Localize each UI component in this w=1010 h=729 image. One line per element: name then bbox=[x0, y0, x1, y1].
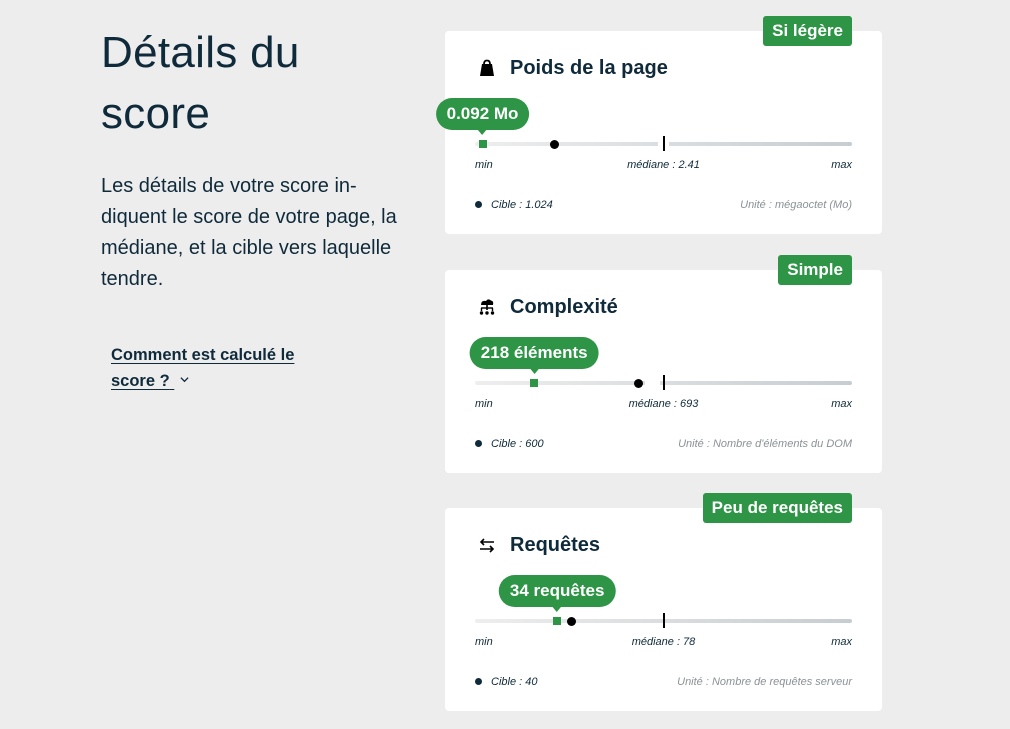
intro-panel: Détails du score Les détails de votre sc… bbox=[101, 22, 421, 295]
scale-min-label: min bbox=[475, 398, 493, 410]
scale-max-label: max bbox=[831, 398, 852, 410]
target-label: Cible : 1.024 bbox=[475, 199, 553, 211]
unit-label: Unité : mégaoctet (Mo) bbox=[740, 199, 852, 211]
scale-max-label: max bbox=[831, 636, 852, 648]
chevron-down-icon bbox=[180, 377, 189, 383]
how-calculated-toggle[interactable]: Comment est calculé le score ? bbox=[111, 342, 331, 394]
median-tick bbox=[662, 136, 665, 151]
status-badge: Si légère bbox=[763, 16, 852, 46]
target-legend-dot bbox=[475, 678, 482, 685]
target-dot bbox=[634, 378, 644, 388]
card-page-weight: Si légère Poids de la page 0.092 Mo min … bbox=[435, 16, 882, 234]
target-label: Cible : 40 bbox=[475, 676, 537, 688]
score-marker bbox=[478, 140, 487, 148]
arrows-exchange-icon bbox=[479, 538, 495, 553]
score-value-bubble: 0.092 Mo bbox=[435, 98, 530, 135]
score-slider-track bbox=[475, 375, 852, 390]
card-title: Complexité bbox=[510, 295, 618, 318]
target-dot bbox=[549, 139, 559, 149]
score-slider-track bbox=[475, 136, 852, 151]
status-badge: Simple bbox=[778, 255, 852, 285]
target-label: Cible : 600 bbox=[475, 438, 544, 450]
score-slider-track bbox=[475, 613, 852, 628]
unit-label: Unité : Nombre d'éléments du DOM bbox=[678, 438, 852, 450]
dom-tree-icon bbox=[479, 299, 495, 315]
target-legend-dot bbox=[475, 201, 482, 208]
target-legend-dot bbox=[475, 440, 482, 447]
score-value-bubble: 218 éléments bbox=[469, 337, 599, 374]
scale-max-label: max bbox=[831, 159, 852, 171]
weight-icon bbox=[480, 59, 494, 76]
score-marker bbox=[553, 617, 562, 625]
unit-label: Unité : Nombre de requêtes serveur bbox=[677, 676, 852, 688]
card-title: Requêtes bbox=[510, 533, 601, 556]
scale-min-label: min bbox=[475, 636, 493, 648]
median-tick bbox=[662, 375, 665, 390]
scale-min-label: min bbox=[475, 159, 493, 171]
score-marker bbox=[530, 379, 539, 387]
score-value-bubble: 34 requêtes bbox=[498, 575, 616, 612]
median-label: médiane : 78 bbox=[631, 636, 696, 648]
card-requests: Peu de requêtes Requêtes 34 requêtes min… bbox=[445, 493, 882, 711]
target-dot bbox=[567, 616, 577, 626]
median-label: médiane : 693 bbox=[628, 398, 699, 410]
median-tick bbox=[662, 613, 665, 628]
median-label: médiane : 2.41 bbox=[627, 159, 700, 171]
score-description: Les détails de votre score in-diquent le… bbox=[101, 175, 397, 290]
card-title: Poids de la page bbox=[510, 56, 668, 79]
status-badge: Peu de requêtes bbox=[702, 493, 852, 523]
how-calculated-label: Comment est calculé le score ? bbox=[111, 346, 295, 390]
page-title: Détails du score bbox=[101, 28, 300, 138]
card-complexity: Simple Complexité 218 éléments min média… bbox=[445, 255, 882, 473]
